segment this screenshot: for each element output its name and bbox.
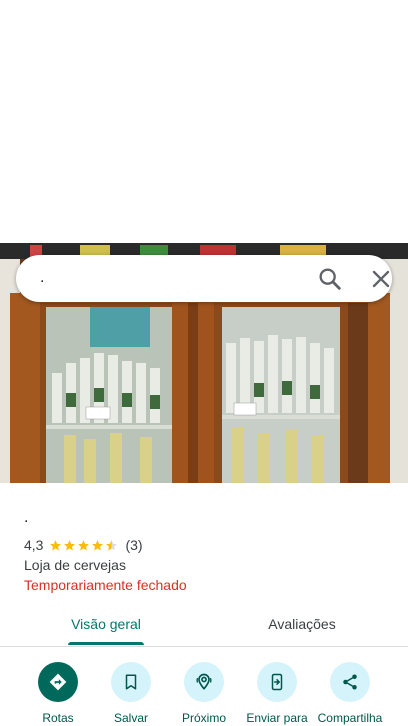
tabs-divider xyxy=(0,646,408,647)
place-category: Loja de cervejas xyxy=(24,557,126,573)
send-to-phone-label: Enviar para xyxy=(246,711,308,725)
bookmark-icon xyxy=(111,662,151,702)
search-icon[interactable] xyxy=(316,265,344,293)
rating-stars xyxy=(49,539,119,552)
star-icon xyxy=(78,539,90,550)
rating-summary[interactable]: 4,3 (3) xyxy=(24,536,143,554)
business-status: Temporariamente fechado xyxy=(24,577,187,593)
directions-label: Rotas xyxy=(42,711,74,725)
send-to-phone-icon xyxy=(257,662,297,702)
close-icon[interactable] xyxy=(367,265,395,293)
tab-overview[interactable]: Visão geral xyxy=(46,615,166,645)
star-half-icon xyxy=(106,539,118,550)
nearby-button[interactable]: Próximo xyxy=(169,662,239,725)
star-icon xyxy=(50,539,62,550)
search-bar[interactable]: . xyxy=(16,255,392,302)
save-label: Salvar xyxy=(113,711,148,725)
search-query[interactable]: . xyxy=(40,267,44,289)
review-count[interactable]: (3) xyxy=(125,537,142,553)
star-icon xyxy=(92,539,104,550)
nearby-label: Próximo xyxy=(181,711,226,725)
share-button[interactable]: Compartilha xyxy=(315,662,385,725)
send-to-phone-button[interactable]: Enviar para xyxy=(242,662,312,725)
rating-value: 4,3 xyxy=(24,537,44,553)
share-icon xyxy=(330,662,370,702)
tab-reviews[interactable]: Avaliações xyxy=(242,615,362,633)
nearby-icon xyxy=(184,662,224,702)
directions-button[interactable]: Rotas xyxy=(23,662,93,725)
share-label: Compartilha xyxy=(317,711,383,725)
place-title: . xyxy=(24,509,29,526)
directions-icon xyxy=(38,662,78,702)
star-icon xyxy=(64,539,76,550)
save-button[interactable]: Salvar xyxy=(96,662,166,725)
